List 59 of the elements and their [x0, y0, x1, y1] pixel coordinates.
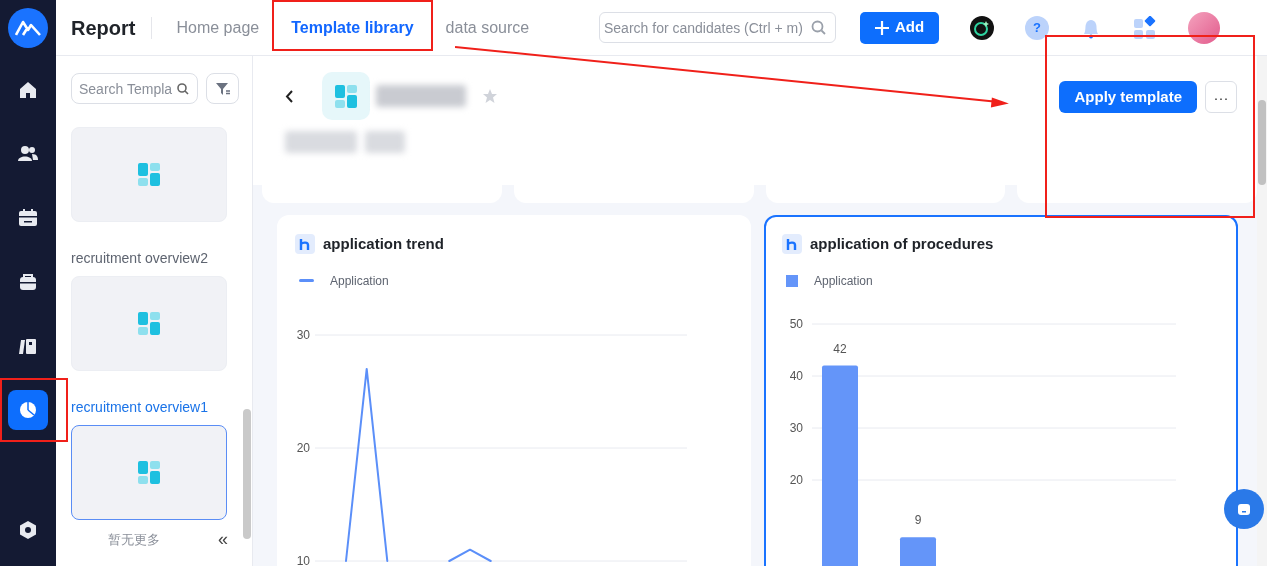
- template-name[interactable]: recruitment overview2: [71, 248, 252, 269]
- axis-label: 30: [296, 327, 310, 342]
- axis-label: 10: [296, 553, 310, 566]
- dashboard-icon: [138, 163, 160, 186]
- axis-label: 20: [789, 472, 803, 487]
- chart-icon: [782, 234, 802, 255]
- app-logo[interactable]: [8, 8, 48, 48]
- briefcase-icon: [18, 272, 38, 292]
- bar-value: 9: [914, 512, 922, 527]
- page-title: Report: [56, 16, 153, 39]
- blurred-tag: [365, 131, 405, 153]
- scrollbar[interactable]: [243, 409, 251, 539]
- template-name[interactable]: recruitment overview1: [71, 397, 252, 418]
- pie-chart-icon: [18, 400, 38, 420]
- search-field[interactable]: Search for candidates (Ctrl + m): [599, 12, 836, 43]
- filter-button[interactable]: [206, 73, 239, 104]
- calendar-icon: [18, 208, 38, 228]
- axis-label: 50: [789, 316, 803, 331]
- star-icon: [482, 88, 498, 104]
- apply-template-button[interactable]: Apply template: [1059, 81, 1197, 113]
- nav-tab[interactable]: data source: [429, 4, 546, 51]
- bar: [900, 536, 936, 566]
- book-icon: [18, 336, 38, 356]
- legend-label: Application: [814, 272, 873, 290]
- home-icon: [18, 80, 38, 100]
- dashboard-icon: [138, 461, 160, 484]
- search-icon: [811, 20, 826, 35]
- empty-note: 暂无更多: [107, 534, 161, 544]
- avatar[interactable]: [1188, 11, 1220, 44]
- template-search-field[interactable]: Search Templa: [71, 73, 198, 104]
- chart-title: application trend: [323, 234, 444, 254]
- apps-icon: [1133, 15, 1157, 40]
- filter-icon: [214, 80, 231, 97]
- template-card[interactable]: [71, 425, 227, 520]
- plus-icon: [874, 20, 889, 35]
- blurred-tag: [285, 131, 357, 153]
- template-tile-icon: [322, 72, 370, 120]
- collapse-button[interactable]: «: [218, 530, 228, 548]
- axis-label: 40: [789, 368, 803, 383]
- nav-button[interactable]: [8, 390, 48, 430]
- bar-value: 42: [833, 341, 847, 356]
- chart-icon: [295, 234, 315, 255]
- scrollbar[interactable]: [1258, 100, 1266, 185]
- nav-tab[interactable]: Home page: [160, 4, 276, 51]
- settings-icon: [18, 520, 38, 540]
- assistant-icon: [970, 15, 994, 40]
- axis-label: 30: [789, 420, 803, 435]
- search-icon: [177, 83, 189, 95]
- chat-icon: [1237, 502, 1251, 516]
- axis-label: 20: [296, 440, 310, 455]
- help-button[interactable]: ?: [1025, 15, 1049, 40]
- legend-label: Application: [330, 272, 389, 290]
- add-button[interactable]: Add: [860, 11, 939, 44]
- chart-title: application of procedures: [810, 234, 994, 254]
- dashboard-icon: [138, 312, 160, 335]
- chevron-left-icon: [285, 90, 294, 104]
- more-button[interactable]: ···: [1205, 81, 1237, 113]
- nav-tab[interactable]: Template library: [275, 4, 430, 51]
- people-icon: [18, 144, 38, 164]
